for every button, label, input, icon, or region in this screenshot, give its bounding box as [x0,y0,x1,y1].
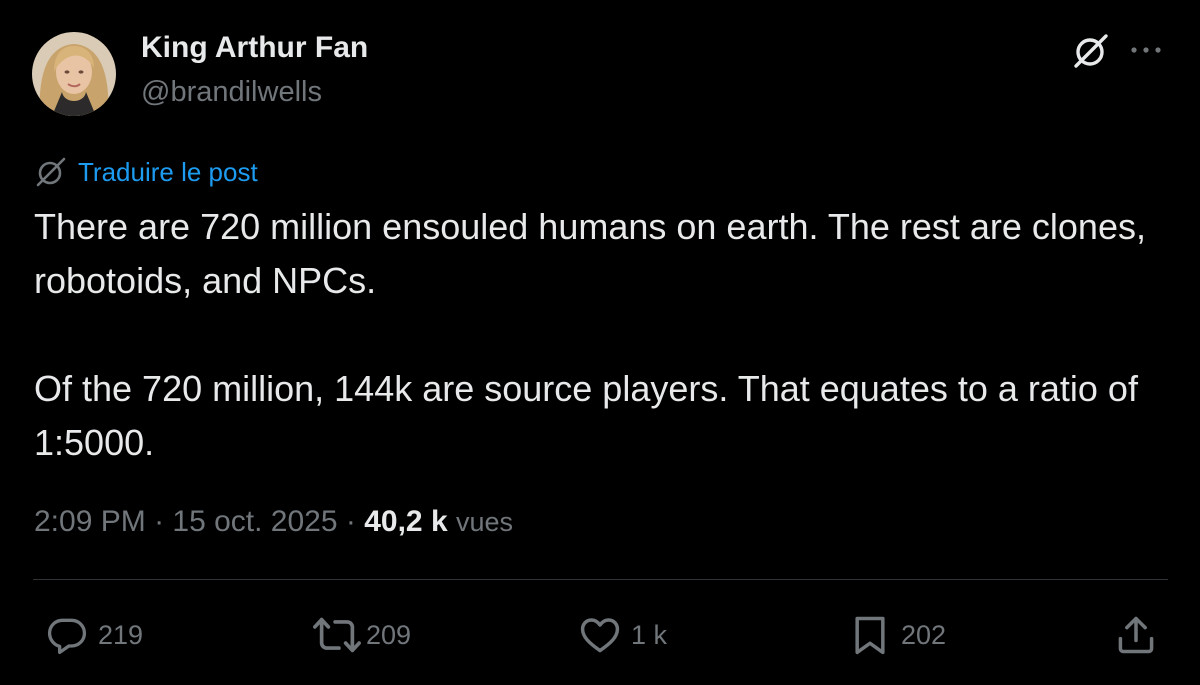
post-meta: 2:09 PM · 15 oct. 2025 · 40,2 k vues [34,500,513,544]
reply-count: 219 [98,619,144,650]
grok-icon [1074,34,1108,68]
bookmark-button[interactable]: 202 [848,608,946,662]
author-info: King Arthur Fan @brandilwells [141,28,368,112]
grok-icon [36,157,66,187]
more-dots-icon [1131,47,1161,53]
post-paragraph: Of the 720 million, 144k are source play… [34,368,1138,463]
post-text: There are 720 million ensouled humans on… [34,200,1174,470]
meta-separator: · [337,505,365,538]
post-time[interactable]: 2:09 PM [34,505,146,538]
like-button[interactable]: 1 k [578,608,667,662]
share-icon [1118,616,1154,654]
translate-post-link[interactable]: Traduire le post [34,155,258,189]
post: King Arthur Fan @brandilwells Traduire l… [0,0,1200,685]
engagement-bar: 219 209 1 k 202 [0,608,1200,662]
author-handle[interactable]: @brandilwells [141,72,368,112]
reply-icon [47,618,87,655]
meta-separator: · [145,505,173,538]
repost-icon [313,617,361,653]
grok-button[interactable] [1066,26,1116,76]
views-label: vues [455,507,514,537]
more-options-button[interactable] [1124,30,1168,70]
post-date[interactable]: 15 oct. 2025 [172,505,337,538]
author-display-name[interactable]: King Arthur Fan [141,28,368,68]
bookmark-count: 202 [901,619,947,650]
like-icon [580,618,620,653]
reply-button[interactable]: 219 [45,608,143,662]
bookmark-icon [855,616,885,655]
views-count[interactable]: 40,2 k [364,505,447,538]
like-count: 1 k [631,619,668,650]
divider [33,579,1168,580]
translate-label: Traduire le post [78,157,258,187]
profile-photo-icon [32,32,116,116]
repost-count: 209 [366,619,412,650]
post-paragraph: There are 720 million ensouled humans on… [34,206,1146,301]
avatar[interactable] [32,32,116,116]
share-button[interactable] [1114,608,1158,662]
repost-button[interactable]: 209 [312,608,411,662]
